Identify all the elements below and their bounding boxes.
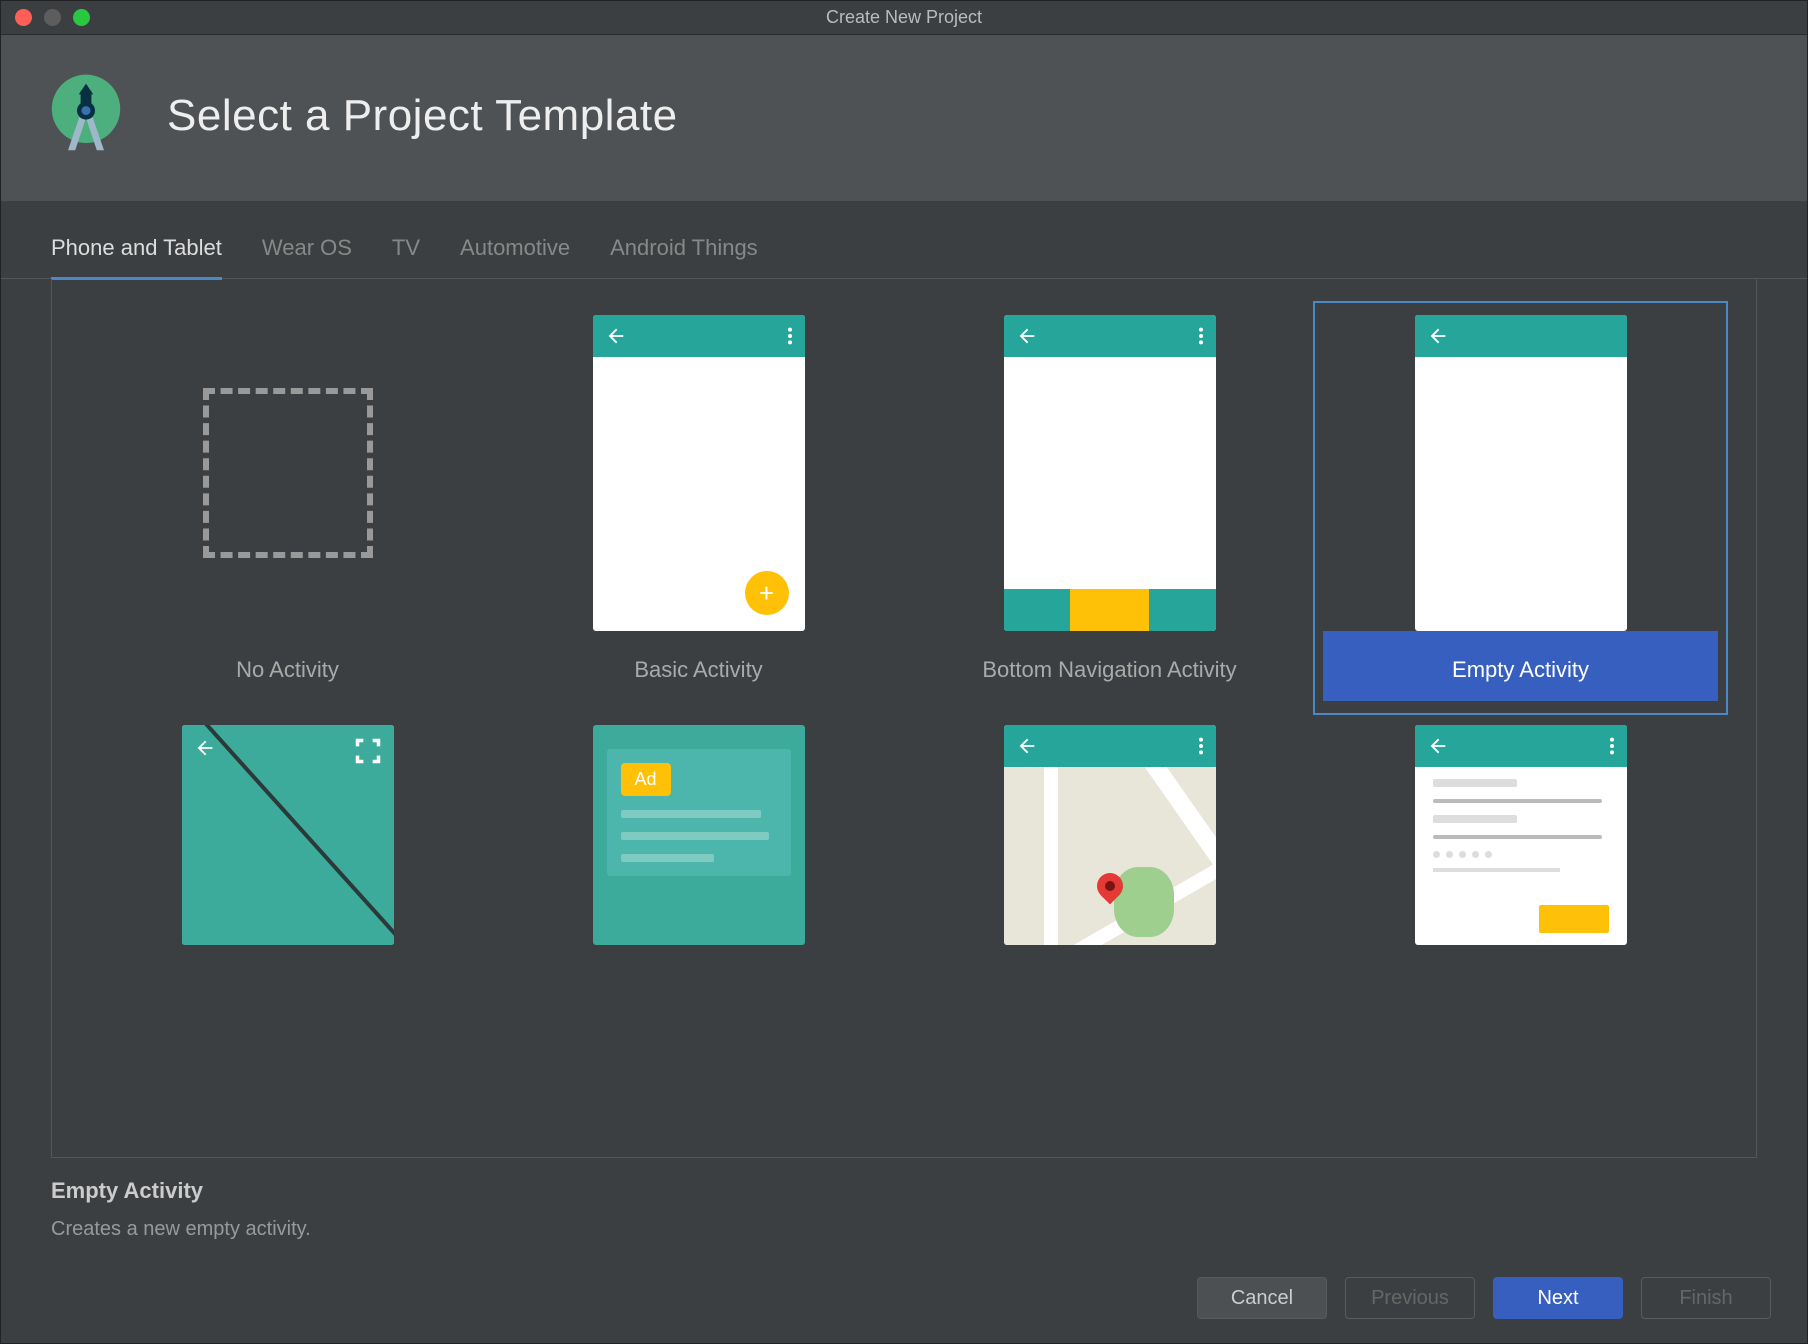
template-thumbnail [1415,725,1627,945]
cancel-button[interactable]: Cancel [1197,1277,1327,1319]
login-button-preview [1539,905,1609,933]
template-fullscreen-activity[interactable] [82,713,493,957]
tab-tv[interactable]: TV [392,235,420,278]
tab-phone-and-tablet[interactable]: Phone and Tablet [51,235,222,280]
template-grid-container: No Activity + Basic Activity [51,279,1757,1158]
next-button[interactable]: Next [1493,1277,1623,1319]
template-admob-activity[interactable]: Ad [493,713,904,957]
selection-name: Empty Activity [51,1178,1757,1204]
appbar-preview [1004,725,1216,767]
ad-badge: Ad [621,763,671,796]
previous-button[interactable]: Previous [1345,1277,1475,1319]
template-maps-activity[interactable] [904,713,1315,957]
back-arrow-icon [605,325,627,347]
close-window-icon[interactable] [15,9,32,26]
selection-description-text: Creates a new empty activity. [51,1218,1757,1241]
appbar-preview [593,315,805,357]
tab-wear-os[interactable]: Wear OS [262,235,352,278]
dialog-window: Create New Project Select a Project Temp… [0,0,1808,1344]
window-title: Create New Project [1,7,1807,28]
template-thumbnail [1004,725,1216,945]
tab-automotive[interactable]: Automotive [460,235,570,278]
maximize-window-icon[interactable] [73,9,90,26]
dialog-buttons: Cancel Previous Next Finish [1,1251,1807,1343]
overflow-menu-icon [1198,325,1204,347]
template-thumbnail: Ad [593,725,805,945]
template-label: No Activity [90,631,485,701]
minimize-window-icon[interactable] [44,9,61,26]
template-empty-activity[interactable]: Empty Activity [1315,303,1726,713]
overflow-menu-icon [1609,735,1615,757]
template-label: Empty Activity [1323,631,1718,701]
dashed-placeholder-icon [203,388,373,558]
template-label: Bottom Navigation Activity [912,631,1307,701]
android-studio-logo-icon [41,71,131,161]
overflow-menu-icon [787,325,793,347]
template-bottom-navigation-activity[interactable]: Bottom Navigation Activity [904,303,1315,713]
header: Select a Project Template [1,35,1807,201]
template-login-activity[interactable] [1315,713,1726,957]
window-controls [15,9,90,26]
finish-button[interactable]: Finish [1641,1277,1771,1319]
overflow-menu-icon [1198,735,1204,757]
appbar-preview [1004,315,1216,357]
back-arrow-icon [1016,325,1038,347]
back-arrow-icon [1016,735,1038,757]
fab-icon: + [745,571,789,615]
back-arrow-icon [194,737,216,759]
template-thumbnail [1004,315,1216,631]
bottom-nav-preview [1004,589,1216,631]
template-thumbnail [1415,315,1627,631]
template-no-activity[interactable]: No Activity [82,303,493,713]
back-arrow-icon [1427,735,1449,757]
appbar-preview [1415,725,1627,767]
template-thumbnail [182,725,394,945]
appbar-preview [1415,315,1627,357]
map-preview [1004,767,1216,945]
back-arrow-icon [1427,325,1449,347]
fullscreen-icon [354,737,382,765]
template-thumbnail: + [593,315,805,631]
tab-android-things[interactable]: Android Things [610,235,758,278]
page-title: Select a Project Template [167,91,678,141]
selection-description: Empty Activity Creates a new empty activ… [1,1158,1807,1251]
template-grid: No Activity + Basic Activity [52,279,1756,981]
title-bar: Create New Project [1,1,1807,35]
category-tabs: Phone and Tablet Wear OS TV Automotive A… [1,201,1807,279]
template-label: Basic Activity [501,631,896,701]
template-basic-activity[interactable]: + Basic Activity [493,303,904,713]
template-thumbnail [182,315,394,631]
